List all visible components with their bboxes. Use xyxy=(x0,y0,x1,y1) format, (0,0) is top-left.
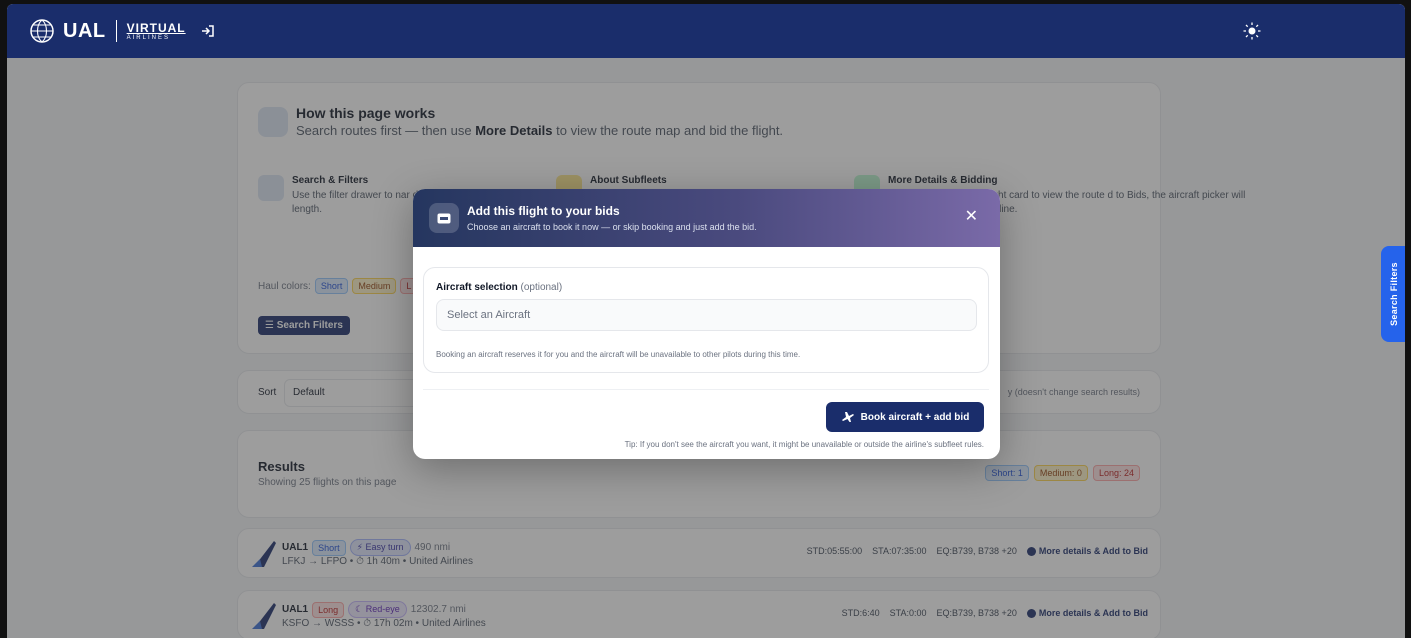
plane-takeoff-icon xyxy=(841,412,854,422)
aircraft-select[interactable]: Select an Aircraft xyxy=(436,299,977,331)
logo-text: UAL xyxy=(63,19,106,42)
logo-sub-virtual: VIRTUAL xyxy=(126,20,186,35)
close-icon[interactable]: ✕ xyxy=(965,206,978,226)
modal-divider xyxy=(423,389,989,390)
logout-icon[interactable] xyxy=(200,23,216,39)
ticket-glyph xyxy=(437,213,451,223)
book-button-label: Book aircraft + add bid xyxy=(860,411,970,423)
sun-icon[interactable] xyxy=(1243,22,1261,40)
book-aircraft-button[interactable]: Book aircraft + add bid xyxy=(826,402,984,432)
app-window: UAL VIRTUAL AIRLINES How this page xyxy=(7,4,1405,638)
optional-tag: (optional) xyxy=(520,282,563,293)
aircraft-selection-box: Aircraft selection (optional) Select an … xyxy=(423,267,989,373)
brand-logo[interactable]: UAL VIRTUAL AIRLINES xyxy=(27,18,216,44)
booking-note: Booking an aircraft reserves it for you … xyxy=(436,350,801,359)
logo-sub-airlines: AIRLINES xyxy=(126,34,170,41)
aircraft-selection-label: Aircraft selection (optional) xyxy=(436,282,562,293)
logo-divider xyxy=(115,20,117,42)
top-navbar: UAL VIRTUAL AIRLINES xyxy=(7,4,1405,58)
modal-title: Add this flight to your bids xyxy=(467,204,620,218)
logo-subtitle: VIRTUAL AIRLINES xyxy=(127,22,186,41)
search-filters-side-tab[interactable]: Search Filters xyxy=(1381,246,1405,342)
side-tab-label: Search Filters xyxy=(1389,262,1400,326)
modal-tip: Tip: If you don't see the aircraft you w… xyxy=(624,440,984,449)
modal-subtitle: Choose an aircraft to book it now — or s… xyxy=(467,222,757,232)
modal-header: Add this flight to your bids Choose an a… xyxy=(413,189,1000,247)
ticket-icon xyxy=(429,203,459,233)
add-bid-modal: Add this flight to your bids Choose an a… xyxy=(413,189,1000,459)
selection-label-text: Aircraft selection xyxy=(436,282,518,293)
globe-icon xyxy=(30,19,54,43)
